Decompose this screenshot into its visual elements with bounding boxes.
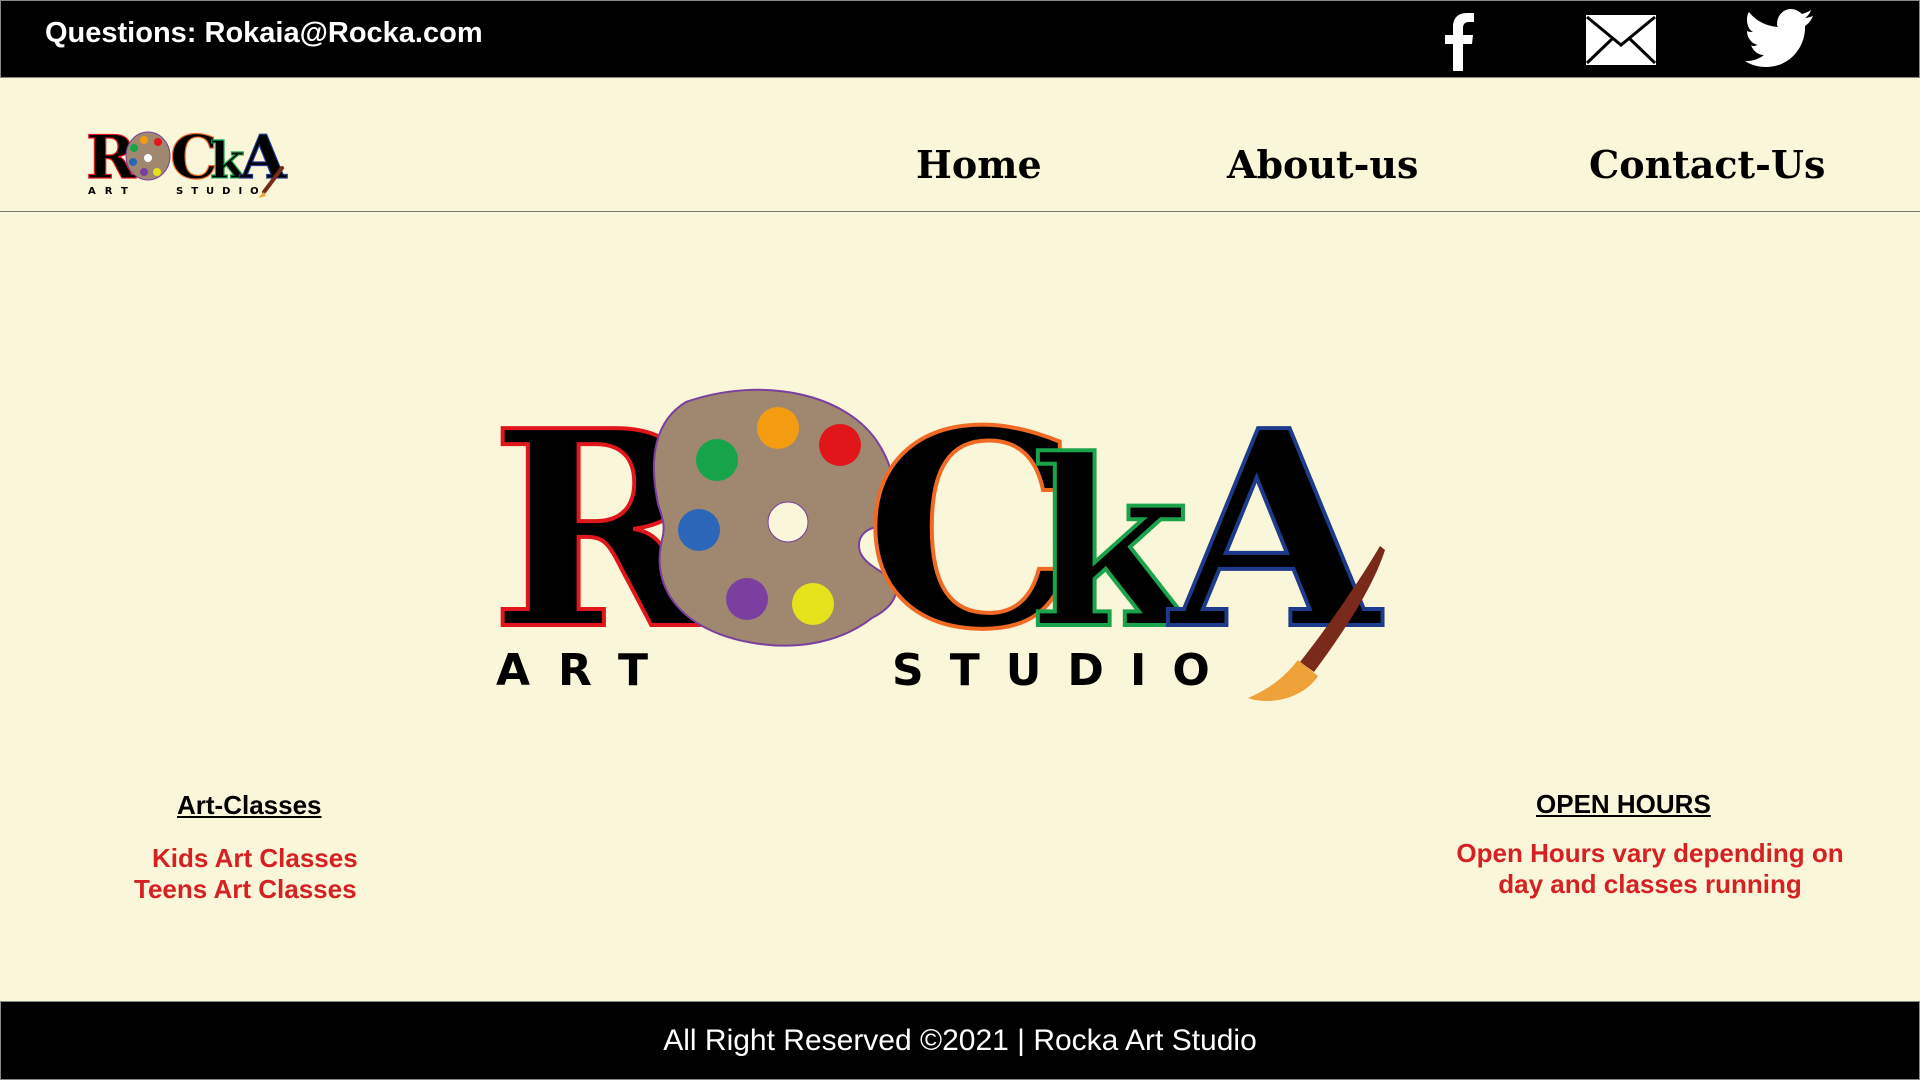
- open-hours-text: Open Hours vary depending on day and cla…: [1440, 838, 1860, 900]
- contact-email-text[interactable]: Questions: Rokaia@Rocka.com: [45, 17, 483, 50]
- open-hours-line-1: Open Hours vary depending on: [1456, 838, 1844, 868]
- footer-copyright: All Right Reserved ©2021 | Rocka Art Stu…: [663, 1024, 1257, 1057]
- svg-text:A: A: [1166, 380, 1385, 689]
- twitter-icon[interactable]: [1745, 9, 1815, 67]
- facebook-icon[interactable]: [1441, 7, 1481, 71]
- svg-text:ART: ART: [496, 645, 676, 696]
- footer: All Right Reserved ©2021 | Rocka Art Stu…: [0, 1001, 1920, 1080]
- svg-text:STUDIO: STUDIO: [892, 645, 1236, 696]
- class-item-kids[interactable]: Kids Art Classes: [152, 843, 358, 874]
- top-contact-bar: Questions: Rokaia@Rocka.com: [0, 0, 1920, 78]
- svg-text:ART: ART: [88, 186, 137, 197]
- mail-icon[interactable]: [1584, 13, 1658, 67]
- nav-contact-us[interactable]: Contact-Us: [1589, 142, 1825, 187]
- svg-text:A: A: [239, 123, 288, 193]
- art-classes-title: Art-Classes: [177, 790, 322, 820]
- site-logo[interactable]: R C k A ART STUDIO: [86, 120, 290, 200]
- open-hours-title: OPEN HOURS: [1536, 789, 1711, 819]
- hero-logo: R C k A ART STUDIO: [488, 380, 1387, 702]
- nav-home[interactable]: Home: [916, 142, 1042, 187]
- open-hours-line-2: day and classes running: [1498, 869, 1802, 899]
- nav-about-us[interactable]: About-us: [1227, 142, 1418, 187]
- class-item-teens[interactable]: Teens Art Classes: [134, 874, 357, 905]
- svg-text:STUDIO: STUDIO: [176, 186, 267, 197]
